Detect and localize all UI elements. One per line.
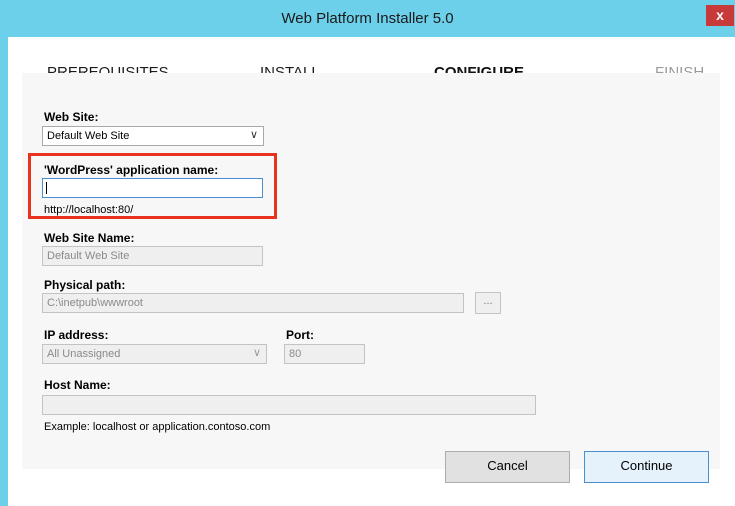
chevron-down-icon: ∨ [252,347,261,359]
ip-address-label: IP address: [44,328,109,342]
ip-address-value: All Unassigned [47,348,121,360]
window-right-border [728,37,735,506]
app-name-label: 'WordPress' application name: [44,163,219,177]
window-left-border [0,37,8,506]
app-name-input[interactable] [42,178,263,198]
port-label: Port: [286,328,314,342]
host-name-label: Host Name: [44,378,111,392]
physical-path-label: Physical path: [44,278,126,292]
chevron-down-icon: ∨ [249,129,258,141]
web-site-value: Default Web Site [47,130,130,142]
host-name-field[interactable] [42,395,536,415]
continue-button[interactable]: Continue [584,451,709,483]
app-url-preview: http://localhost:80/ [44,204,134,216]
web-site-select[interactable]: Default Web Site ∨ [42,126,264,146]
physical-path-field[interactable]: C:\inetpub\wwwroot [42,293,464,313]
title-bar[interactable]: Web Platform Installer 5.0 x [0,0,735,37]
installer-window: Web Platform Installer 5.0 x PREREQUISIT… [0,0,735,506]
text-caret [46,182,47,194]
port-field[interactable]: 80 [284,344,365,364]
window-title: Web Platform Installer 5.0 [281,10,454,27]
browse-button[interactable]: ... [475,292,501,314]
site-name-field[interactable]: Default Web Site [42,246,263,266]
cancel-button[interactable]: Cancel [445,451,570,483]
close-button[interactable]: x [706,5,734,26]
site-name-label: Web Site Name: [44,231,135,245]
ip-address-select[interactable]: All Unassigned ∨ [42,344,267,364]
host-name-example: Example: localhost or application.contos… [44,421,271,433]
web-site-label: Web Site: [44,110,99,124]
